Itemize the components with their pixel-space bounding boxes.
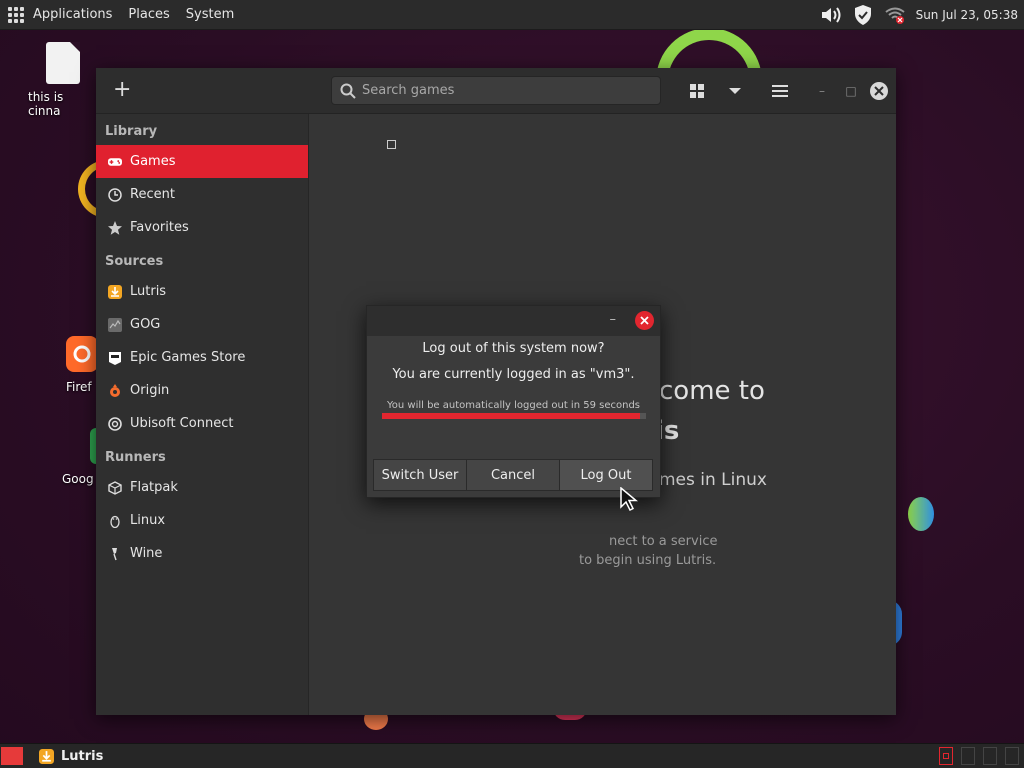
section-sources: Sources bbox=[105, 254, 164, 269]
menu-applications[interactable]: Applications bbox=[33, 7, 112, 22]
bottom-panel: Lutris bbox=[0, 743, 1024, 768]
dialog-timer-text: You will be automatically logged out in … bbox=[386, 400, 641, 411]
sidebar-item-label: Games bbox=[130, 154, 176, 169]
welcome-subtitle: mes in Linux bbox=[659, 470, 767, 490]
logout-progress-fill bbox=[381, 413, 641, 419]
lutris-icon bbox=[39, 748, 54, 764]
star-icon bbox=[108, 220, 122, 235]
sidebar-item-epic[interactable]: Epic Games Store bbox=[96, 341, 308, 374]
sidebar-item-origin[interactable]: Origin bbox=[96, 374, 308, 407]
switch-user-button[interactable]: Switch User bbox=[373, 459, 467, 491]
volume-icon[interactable] bbox=[820, 4, 842, 26]
system-tray: Sun Jul 23, 05:38 bbox=[820, 0, 1018, 30]
sidebar-item-lutris[interactable]: Lutris bbox=[96, 275, 308, 308]
flatpak-icon bbox=[108, 480, 122, 495]
sidebar-item-favorites[interactable]: Favorites bbox=[96, 211, 308, 244]
desktop-icon-label: this is cinna bbox=[28, 90, 64, 118]
shield-icon[interactable] bbox=[852, 4, 874, 26]
cancel-button[interactable]: Cancel bbox=[466, 459, 560, 491]
taskbar-item-lutris[interactable]: Lutris bbox=[39, 748, 104, 764]
sidebar: Library Games Recent Favorites Sources L… bbox=[96, 114, 309, 715]
sidebar-item-wine[interactable]: Wine bbox=[96, 537, 308, 570]
sidebar-item-label: GOG bbox=[130, 317, 161, 332]
sidebar-item-linux[interactable]: Linux bbox=[96, 504, 308, 537]
desktop-decoration bbox=[908, 497, 934, 531]
search-input[interactable] bbox=[362, 83, 642, 98]
dialog-question: Log out of this system now? bbox=[422, 341, 605, 356]
spinner-placeholder bbox=[387, 140, 396, 149]
hamburger-menu-icon[interactable] bbox=[770, 81, 790, 101]
workspace-2[interactable] bbox=[961, 747, 975, 765]
search-box[interactable] bbox=[331, 76, 661, 105]
firefox-icon bbox=[66, 336, 98, 372]
welcome-hint: nect to a service to begin using Lutris. bbox=[579, 532, 717, 570]
epic-games-icon bbox=[108, 351, 122, 365]
gog-icon bbox=[108, 317, 122, 332]
close-icon bbox=[640, 316, 649, 325]
workspace-4[interactable] bbox=[1005, 747, 1019, 765]
taskbar-item-label: Lutris bbox=[61, 748, 104, 764]
logout-progress-bar bbox=[381, 413, 646, 419]
workspace-1[interactable] bbox=[939, 747, 953, 765]
close-icon bbox=[874, 86, 884, 96]
add-game-button[interactable]: + bbox=[113, 78, 131, 102]
logout-dialog: – Log out of this system now? You are cu… bbox=[366, 305, 661, 498]
sidebar-item-label: Origin bbox=[130, 383, 170, 398]
chevron-down-icon[interactable] bbox=[725, 81, 745, 101]
sidebar-item-label: Recent bbox=[130, 187, 175, 202]
lutris-headerbar: + – □ bbox=[96, 68, 896, 114]
sidebar-item-games[interactable]: Games bbox=[96, 145, 308, 178]
sidebar-item-label: Ubisoft Connect bbox=[130, 416, 234, 431]
mouse-cursor-icon bbox=[620, 487, 638, 511]
dialog-close-button[interactable] bbox=[635, 311, 654, 330]
welcome-hint-line: nect to a service bbox=[609, 534, 718, 549]
app-grid-icon[interactable] bbox=[8, 6, 24, 23]
workspace-3[interactable] bbox=[983, 747, 997, 765]
origin-icon bbox=[108, 383, 122, 398]
menu-places[interactable]: Places bbox=[128, 7, 169, 22]
sidebar-item-flatpak[interactable]: Flatpak bbox=[96, 471, 308, 504]
sidebar-item-label: Linux bbox=[130, 513, 166, 528]
wine-glass-icon bbox=[108, 547, 122, 561]
dialog-user-line: You are currently logged in as "vm3". bbox=[392, 367, 635, 382]
desktop-icon-file[interactable]: this is cinna bbox=[28, 42, 98, 118]
tux-icon bbox=[108, 514, 122, 528]
close-button[interactable] bbox=[870, 82, 888, 100]
top-panel: Applications Places System Sun Jul 23, 0… bbox=[0, 0, 1024, 30]
welcome-hint-line: to begin using Lutris. bbox=[579, 553, 717, 568]
show-desktop-button[interactable] bbox=[1, 747, 23, 765]
sidebar-item-label: Lutris bbox=[130, 284, 167, 299]
ubisoft-icon bbox=[108, 416, 122, 431]
section-runners: Runners bbox=[105, 450, 166, 465]
dialog-buttons: Switch User Cancel Log Out bbox=[373, 459, 653, 491]
minimize-button[interactable]: – bbox=[813, 82, 831, 100]
network-offline-icon[interactable] bbox=[884, 4, 906, 26]
clock-icon bbox=[108, 187, 122, 202]
section-library: Library bbox=[105, 124, 158, 139]
sidebar-item-label: Favorites bbox=[130, 220, 189, 235]
gamepad-icon bbox=[108, 155, 122, 169]
clock[interactable]: Sun Jul 23, 05:38 bbox=[916, 8, 1018, 22]
sidebar-item-ubisoft[interactable]: Ubisoft Connect bbox=[96, 407, 308, 440]
menu-system[interactable]: System bbox=[186, 7, 234, 22]
welcome-title: come to bbox=[659, 376, 765, 406]
sidebar-item-label: Flatpak bbox=[130, 480, 178, 495]
sidebar-item-label: Wine bbox=[130, 546, 163, 561]
sidebar-item-label: Epic Games Store bbox=[130, 350, 246, 365]
grid-view-icon[interactable] bbox=[687, 81, 707, 101]
maximize-button[interactable]: □ bbox=[842, 82, 860, 100]
sidebar-item-gog[interactable]: GOG bbox=[96, 308, 308, 341]
dialog-minimize-button[interactable]: – bbox=[610, 312, 617, 327]
search-icon bbox=[340, 83, 356, 99]
lutris-icon bbox=[108, 284, 122, 299]
sidebar-item-recent[interactable]: Recent bbox=[96, 178, 308, 211]
file-icon bbox=[46, 42, 80, 84]
dialog-titlebar: – bbox=[367, 306, 660, 336]
log-out-button[interactable]: Log Out bbox=[559, 459, 653, 491]
